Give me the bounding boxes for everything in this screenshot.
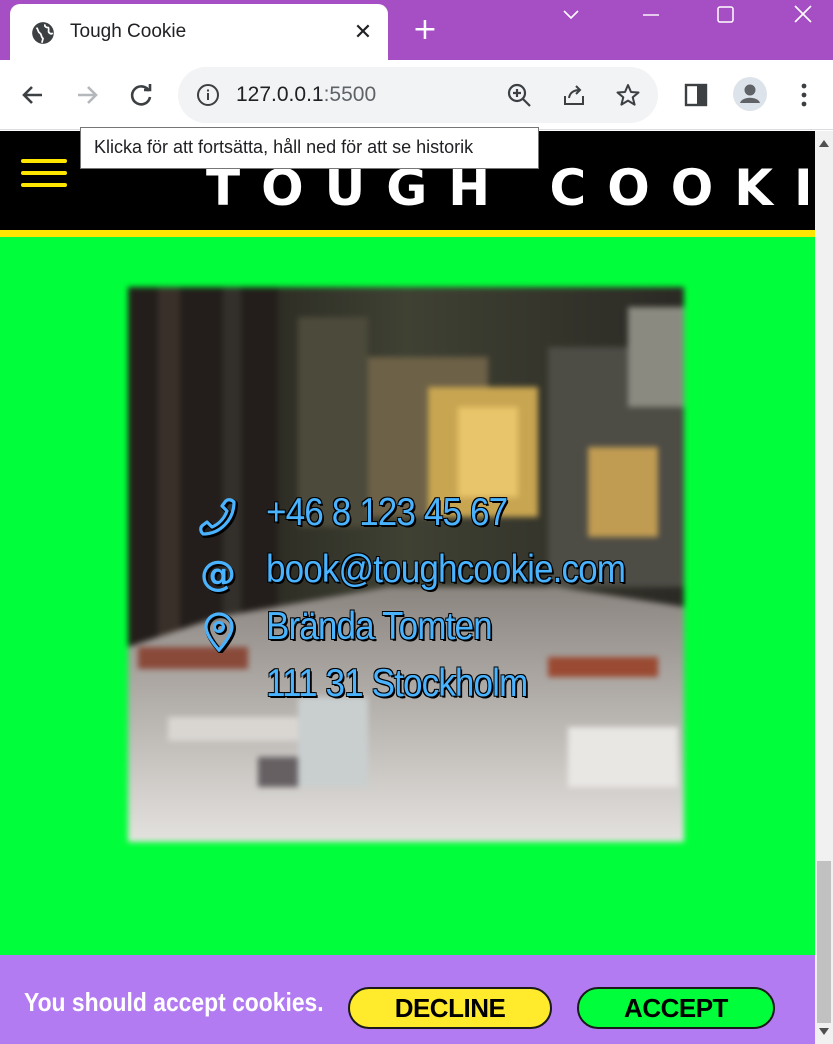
url-host: 127.0.0.1 bbox=[236, 83, 324, 106]
browser-tab[interactable]: Tough Cookie ✕ bbox=[10, 4, 388, 60]
map-pin-icon bbox=[204, 612, 237, 653]
hamburger-menu-icon[interactable] bbox=[21, 159, 69, 189]
tab-title: Tough Cookie bbox=[70, 21, 187, 42]
profile-icon[interactable] bbox=[732, 76, 768, 112]
at-sign-icon: @@ bbox=[200, 554, 238, 596]
url-text[interactable]: 127.0.0.1:5500 bbox=[236, 83, 376, 107]
cookie-message: You should accept cookies. bbox=[24, 987, 324, 1017]
page-scrollbar[interactable] bbox=[815, 131, 833, 1044]
contact-phone: +46 8 123 45 67 bbox=[198, 491, 718, 548]
url-port: :5500 bbox=[323, 83, 377, 106]
reload-icon[interactable] bbox=[124, 78, 158, 112]
contact-address-line-2: 111 31 Stockholm bbox=[198, 662, 718, 719]
phone-icon bbox=[199, 498, 238, 538]
address-line-1: Brända Tomten bbox=[266, 605, 493, 648]
decline-button[interactable]: DECLINE bbox=[348, 987, 552, 1029]
kebab-menu-icon[interactable] bbox=[792, 82, 816, 108]
browser-toolbar: 127.0.0.1:5500 bbox=[0, 60, 833, 130]
contact-info: +46 8 123 45 67 @ @ book@toughcookie.com … bbox=[198, 491, 718, 719]
contact-address: Brända Tomten bbox=[198, 605, 718, 662]
contact-email: @ @ book@toughcookie.com bbox=[198, 548, 718, 605]
side-panel-icon[interactable] bbox=[683, 82, 709, 108]
chevron-down-icon[interactable] bbox=[556, 2, 586, 28]
svg-text:@: @ bbox=[200, 554, 236, 595]
share-icon[interactable] bbox=[561, 82, 587, 108]
maximize-icon[interactable] bbox=[710, 2, 740, 28]
address-line-2: 111 31 Stockholm bbox=[266, 662, 528, 705]
info-icon[interactable] bbox=[196, 83, 220, 107]
back-button-tooltip: Klicka för att fortsätta, håll ned för a… bbox=[80, 127, 539, 169]
arrow-right-icon[interactable] bbox=[70, 78, 104, 112]
scrollbar-thumb[interactable] bbox=[817, 861, 831, 1023]
phone-number[interactable]: +46 8 123 45 67 bbox=[266, 491, 508, 535]
minimize-icon[interactable] bbox=[636, 2, 666, 28]
cookie-banner: You should accept cookies. DECLINE ACCEP… bbox=[0, 955, 815, 1044]
window-close-icon[interactable] bbox=[788, 2, 818, 28]
scroll-down-arrow-icon[interactable] bbox=[819, 1028, 829, 1036]
arrow-left-icon[interactable] bbox=[16, 78, 50, 112]
star-icon[interactable] bbox=[615, 82, 641, 108]
scroll-up-arrow-icon[interactable] bbox=[819, 139, 829, 147]
zoom-in-icon[interactable] bbox=[506, 82, 532, 108]
browser-title-bar: Tough Cookie ✕ + bbox=[0, 0, 833, 60]
page-viewport: TOUGH COOKIE bbox=[0, 131, 815, 1044]
email-address[interactable]: book@toughcookie.com bbox=[266, 548, 626, 592]
globe-icon bbox=[32, 22, 54, 44]
plus-icon[interactable]: + bbox=[410, 15, 440, 46]
close-icon[interactable]: ✕ bbox=[350, 20, 376, 46]
address-bar[interactable]: 127.0.0.1:5500 bbox=[178, 67, 658, 123]
accept-button[interactable]: ACCEPT bbox=[577, 987, 775, 1029]
